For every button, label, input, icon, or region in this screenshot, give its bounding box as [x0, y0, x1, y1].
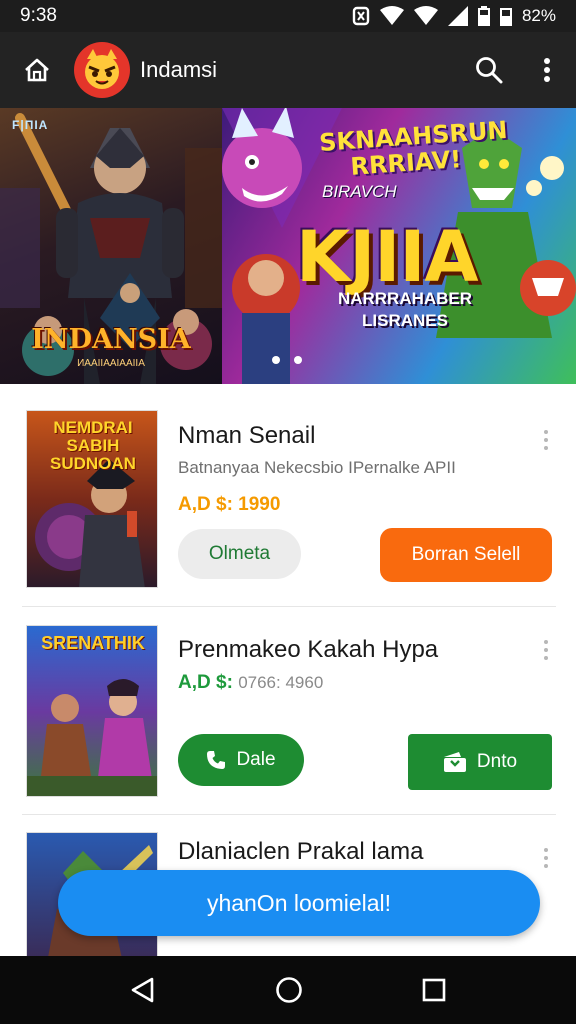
recents-icon[interactable] — [422, 978, 446, 1002]
item-thumbnail[interactable]: NEMDRAI SABIH SUDNOAN — [26, 410, 158, 588]
status-icons: 82% — [352, 6, 556, 26]
battery-bar-icon — [499, 8, 512, 26]
search-icon — [476, 57, 503, 84]
banner-tag: F|ПIA — [12, 118, 49, 132]
status-bar: 9:38 82% — [0, 0, 576, 32]
overflow-menu-button[interactable] — [518, 32, 576, 108]
wifi-icon-2 — [413, 6, 438, 25]
item-primary-button-label: Borran Selell — [411, 544, 521, 565]
thumbnail-title: SRENATHIK — [41, 633, 145, 653]
battery-icon — [477, 6, 490, 26]
banner-slide-right[interactable]: SKNAAHSRUN RRRIAV! BIRAVCH KJIIA NARRRAH… — [222, 108, 576, 384]
item-price-label: A,D $: — [178, 672, 233, 693]
status-time: 9:38 — [20, 5, 57, 26]
thumbnail-title: NEMDRAI SABIH SUDNOAN — [50, 418, 136, 473]
banner-right-big-text: KJIIA — [296, 216, 479, 298]
app-title: Indamsi — [140, 57, 218, 82]
call-button[interactable]: Dale — [178, 734, 304, 786]
list-divider — [22, 606, 556, 607]
carousel-dot[interactable] — [294, 356, 302, 364]
item-title[interactable]: Prenmakeo Kakah Hypa — [178, 636, 438, 664]
cell-signal-icon — [447, 6, 468, 26]
item-price-extra: 0766: 4960 — [238, 673, 324, 692]
item-more-button[interactable] — [538, 640, 554, 660]
banner-right-sub-text: NARRRAHABER LISRANES — [337, 289, 473, 330]
app-logo[interactable] — [74, 42, 130, 98]
list-divider — [22, 814, 556, 815]
item-more-button[interactable] — [538, 848, 554, 868]
list-item[interactable]: SRENATHIK Prenmakeo Kakah Hypa A,D $: 07… — [0, 608, 576, 814]
more-vert-icon — [544, 58, 550, 82]
item-secondary-button[interactable]: Olmeta — [178, 529, 301, 579]
carousel-dot[interactable] — [272, 356, 280, 364]
phone-icon — [207, 751, 226, 769]
item-price: A,D $: 1990 — [178, 494, 281, 515]
nfc-icon — [352, 6, 370, 26]
nav-home-icon[interactable] — [275, 976, 303, 1004]
item-subtitle: Batnanyaa Nekecsbio IPernalke APII — [178, 458, 456, 477]
list-item[interactable]: NEMDRAI SABIH SUDNOAN Nman Senail Batnan… — [0, 392, 576, 608]
carousel-indicator[interactable] — [272, 356, 302, 364]
floating-action-button[interactable]: yhanOn loomielal! — [58, 870, 540, 936]
system-nav-bar — [0, 956, 576, 1024]
search-button[interactable] — [460, 32, 518, 108]
item-primary-button[interactable]: Borran Selell — [380, 528, 552, 582]
back-icon[interactable] — [130, 977, 156, 1003]
banner-slide-left[interactable]: F|ПIA INDANSIA ИAAIIAAIAAIIA — [0, 108, 222, 384]
banner-right-small-text: BIRAVCH — [322, 182, 397, 201]
item-title[interactable]: Nman Senail — [178, 422, 315, 450]
ticket-button[interactable]: Dnto — [408, 734, 552, 790]
mascot-logo-icon — [85, 49, 119, 89]
home-icon — [25, 58, 49, 82]
item-thumbnail[interactable]: SRENATHIK — [26, 625, 158, 797]
banner-left-subtitle: ИAAIIAAIAAIIA — [77, 358, 145, 369]
wifi-icon — [379, 6, 404, 25]
item-price: A,D $: 0766: 4960 — [178, 672, 323, 694]
ticket-button-label: Dnto — [476, 751, 518, 772]
ticket-icon — [443, 752, 466, 772]
item-more-button[interactable] — [538, 430, 554, 450]
item-title[interactable]: Dlaniaclen Prakal lama — [178, 838, 423, 866]
app-bar: Indamsi — [0, 32, 576, 108]
promo-banner-carousel[interactable]: F|ПIA INDANSIA ИAAIIAAIAAIIA SKNAAHSRUN … — [0, 108, 576, 384]
call-button-label: Dale — [236, 749, 276, 770]
item-secondary-button-label: Olmeta — [208, 543, 271, 564]
home-button[interactable] — [0, 32, 74, 108]
banner-left-title: INDANSIA — [31, 324, 191, 355]
battery-percent: 82% — [521, 6, 556, 25]
